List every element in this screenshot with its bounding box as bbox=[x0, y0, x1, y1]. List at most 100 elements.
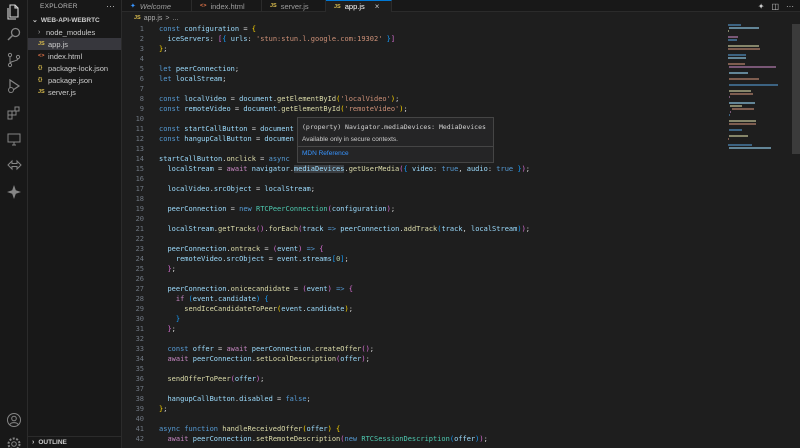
copilot-icon[interactable] bbox=[4, 182, 24, 202]
code-line[interactable]: 42 await peerConnection.setRemoteDescrip… bbox=[122, 434, 728, 444]
code-line[interactable]: 5 let peerConnection; bbox=[122, 64, 728, 74]
more-actions-icon[interactable]: ··· bbox=[786, 2, 794, 11]
code-line[interactable]: 36 sendOfferToPeer(offer); bbox=[122, 374, 728, 384]
code-text[interactable]: const startCallButton = document bbox=[159, 124, 294, 134]
code-line[interactable]: 32 bbox=[122, 334, 728, 344]
code-text[interactable]: } bbox=[159, 314, 180, 324]
code-line[interactable]: 37 bbox=[122, 384, 728, 394]
code-line[interactable]: 21 localStream.getTracks().forEach(track… bbox=[122, 224, 728, 234]
code-text[interactable]: const hangupCallButton = documen bbox=[159, 134, 294, 144]
code-line[interactable]: 25 }; bbox=[122, 264, 728, 274]
code-text[interactable]: peerConnection.onicecandidate = (event) … bbox=[159, 284, 353, 294]
code-line[interactable]: 19 peerConnection = new RTCPeerConnectio… bbox=[122, 204, 728, 214]
code-line[interactable]: 18 bbox=[122, 194, 728, 204]
extensions-icon[interactable] bbox=[4, 103, 24, 123]
vertical-scrollbar[interactable] bbox=[790, 24, 800, 448]
code-line[interactable]: 31 }; bbox=[122, 324, 728, 334]
code-line[interactable]: 17 localVideo.srcObject = localStream; bbox=[122, 184, 728, 194]
minimap[interactable] bbox=[728, 24, 790, 448]
code-line[interactable]: 26 bbox=[122, 274, 728, 284]
code-line[interactable]: 8 const localVideo = document.getElementB… bbox=[122, 94, 728, 104]
tree-item-app-js[interactable]: JS app.js bbox=[28, 38, 121, 50]
tab-app-js[interactable]: JS app.js × bbox=[326, 0, 392, 12]
code-text[interactable]: }; bbox=[159, 264, 175, 274]
tree-item-node-modules[interactable]: › node_modules bbox=[28, 26, 121, 38]
files-icon[interactable] bbox=[4, 2, 24, 22]
breadcrumb-symbol[interactable]: ... bbox=[173, 15, 179, 22]
code-text[interactable]: const configuration = { bbox=[159, 24, 256, 34]
code-line[interactable]: 33 const offer = await peerConnection.cr… bbox=[122, 344, 728, 354]
tab-welcome[interactable]: ✦ Welcome bbox=[122, 0, 192, 12]
code-line[interactable]: 9 const remoteVideo = document.getElement… bbox=[122, 104, 728, 114]
tree-item-package-json[interactable]: {} package.json bbox=[28, 74, 121, 86]
code-line[interactable]: 2 iceServers: [{ urls: 'stun:stun.l.goog… bbox=[122, 34, 728, 44]
live-share-icon[interactable] bbox=[4, 155, 24, 175]
code-line[interactable]: 40 bbox=[122, 414, 728, 424]
code-line[interactable]: 29 sendIceCandidateToPeer(event.candidat… bbox=[122, 304, 728, 314]
mdn-reference-link[interactable]: MDN Reference bbox=[298, 147, 493, 157]
code-line[interactable]: 41 async function handleReceivedOffer(off… bbox=[122, 424, 728, 434]
code-text[interactable]: hangupCallButton.disabled = false; bbox=[159, 394, 310, 404]
outline-section[interactable]: › OUTLINE bbox=[28, 436, 122, 448]
code-text[interactable]: remoteVideo.srcObject = event.streams[0]… bbox=[159, 254, 349, 264]
code-text[interactable]: }; bbox=[159, 404, 167, 414]
breadcrumb-file[interactable]: app.js bbox=[144, 15, 163, 22]
code-editor[interactable]: 1 const configuration = {2 iceServers: [{… bbox=[122, 24, 728, 448]
code-text[interactable]: const localVideo = document.getElementBy… bbox=[159, 94, 399, 104]
code-line[interactable]: 39}; bbox=[122, 404, 728, 414]
code-line[interactable]: 15 localStream = await navigator.mediaDe… bbox=[122, 164, 728, 174]
code-text[interactable]: const remoteVideo = document.getElementB… bbox=[159, 104, 408, 114]
workspace-folder[interactable]: ⌄ WEB-API-WEBRTC bbox=[28, 14, 121, 26]
more-actions-icon[interactable]: ··· bbox=[106, 2, 115, 11]
code-line[interactable]: 7 bbox=[122, 84, 728, 94]
code-line[interactable]: 27 peerConnection.onicecandidate = (even… bbox=[122, 284, 728, 294]
code-text[interactable]: }; bbox=[159, 324, 175, 334]
code-line[interactable]: 6 let localStream; bbox=[122, 74, 728, 84]
code-line[interactable]: 28 if (event.candidate) { bbox=[122, 294, 728, 304]
tree-item-package-lock-json[interactable]: {} package-lock.json bbox=[28, 62, 121, 74]
settings-icon[interactable] bbox=[4, 434, 24, 448]
code-text[interactable]: peerConnection = new RTCPeerConnection(c… bbox=[159, 204, 395, 214]
split-editor-icon[interactable]: ◫ bbox=[771, 2, 779, 11]
code-line[interactable]: 30 } bbox=[122, 314, 728, 324]
code-line[interactable]: 38 hangupCallButton.disabled = false; bbox=[122, 394, 728, 404]
code-text[interactable]: localStream = await navigator.mediaDevic… bbox=[159, 164, 530, 174]
code-line[interactable]: 22 bbox=[122, 234, 728, 244]
code-text[interactable]: async function handleReceivedOffer(offer… bbox=[159, 424, 340, 434]
copilot-chat-icon[interactable]: ✦ bbox=[758, 2, 765, 11]
code-text[interactable]: let peerConnection; bbox=[159, 64, 239, 74]
remote-explorer-icon[interactable] bbox=[4, 129, 24, 149]
code-text[interactable]: sendOfferToPeer(offer); bbox=[159, 374, 264, 384]
scrollbar-thumb[interactable] bbox=[792, 24, 800, 154]
code-line[interactable]: 24 remoteVideo.srcObject = event.streams… bbox=[122, 254, 728, 264]
account-icon[interactable] bbox=[4, 410, 24, 430]
run-debug-icon[interactable] bbox=[4, 76, 24, 96]
close-icon[interactable]: × bbox=[375, 2, 380, 11]
code-text[interactable]: sendIceCandidateToPeer(event.candidate); bbox=[159, 304, 353, 314]
tab-server-js[interactable]: JS server.js bbox=[262, 0, 326, 12]
code-text[interactable]: await peerConnection.setRemoteDescriptio… bbox=[159, 434, 487, 444]
code-text[interactable]: await peerConnection.setLocalDescription… bbox=[159, 354, 369, 364]
code-text[interactable]: }; bbox=[159, 44, 167, 54]
code-line[interactable]: 4 bbox=[122, 54, 728, 64]
code-line[interactable]: 23 peerConnection.ontrack = (event) => { bbox=[122, 244, 728, 254]
code-text[interactable]: localVideo.srcObject = localStream; bbox=[159, 184, 315, 194]
code-text[interactable]: const offer = await peerConnection.creat… bbox=[159, 344, 374, 354]
code-text[interactable]: peerConnection.ontrack = (event) => { bbox=[159, 244, 323, 254]
code-line[interactable]: 3}; bbox=[122, 44, 728, 54]
code-text[interactable]: iceServers: [{ urls: 'stun:stun.l.google… bbox=[159, 34, 395, 44]
search-icon[interactable] bbox=[4, 24, 24, 44]
code-line[interactable]: 20 bbox=[122, 214, 728, 224]
tree-item-server-js[interactable]: JS server.js bbox=[28, 86, 121, 98]
code-line[interactable]: 1 const configuration = { bbox=[122, 24, 728, 34]
tab-index-html[interactable]: <> index.html bbox=[192, 0, 262, 12]
code-line[interactable]: 34 await peerConnection.setLocalDescript… bbox=[122, 354, 728, 364]
code-line[interactable]: 16 bbox=[122, 174, 728, 184]
tree-item-index-html[interactable]: <> index.html bbox=[28, 50, 121, 62]
source-control-icon[interactable] bbox=[4, 50, 24, 70]
code-line[interactable]: 35 bbox=[122, 364, 728, 374]
code-text[interactable]: startCallButton.onclick = async bbox=[159, 154, 290, 164]
code-text[interactable]: if (event.candidate) { bbox=[159, 294, 269, 304]
code-text[interactable]: let localStream; bbox=[159, 74, 226, 84]
code-text[interactable]: localStream.getTracks().forEach(track =>… bbox=[159, 224, 530, 234]
